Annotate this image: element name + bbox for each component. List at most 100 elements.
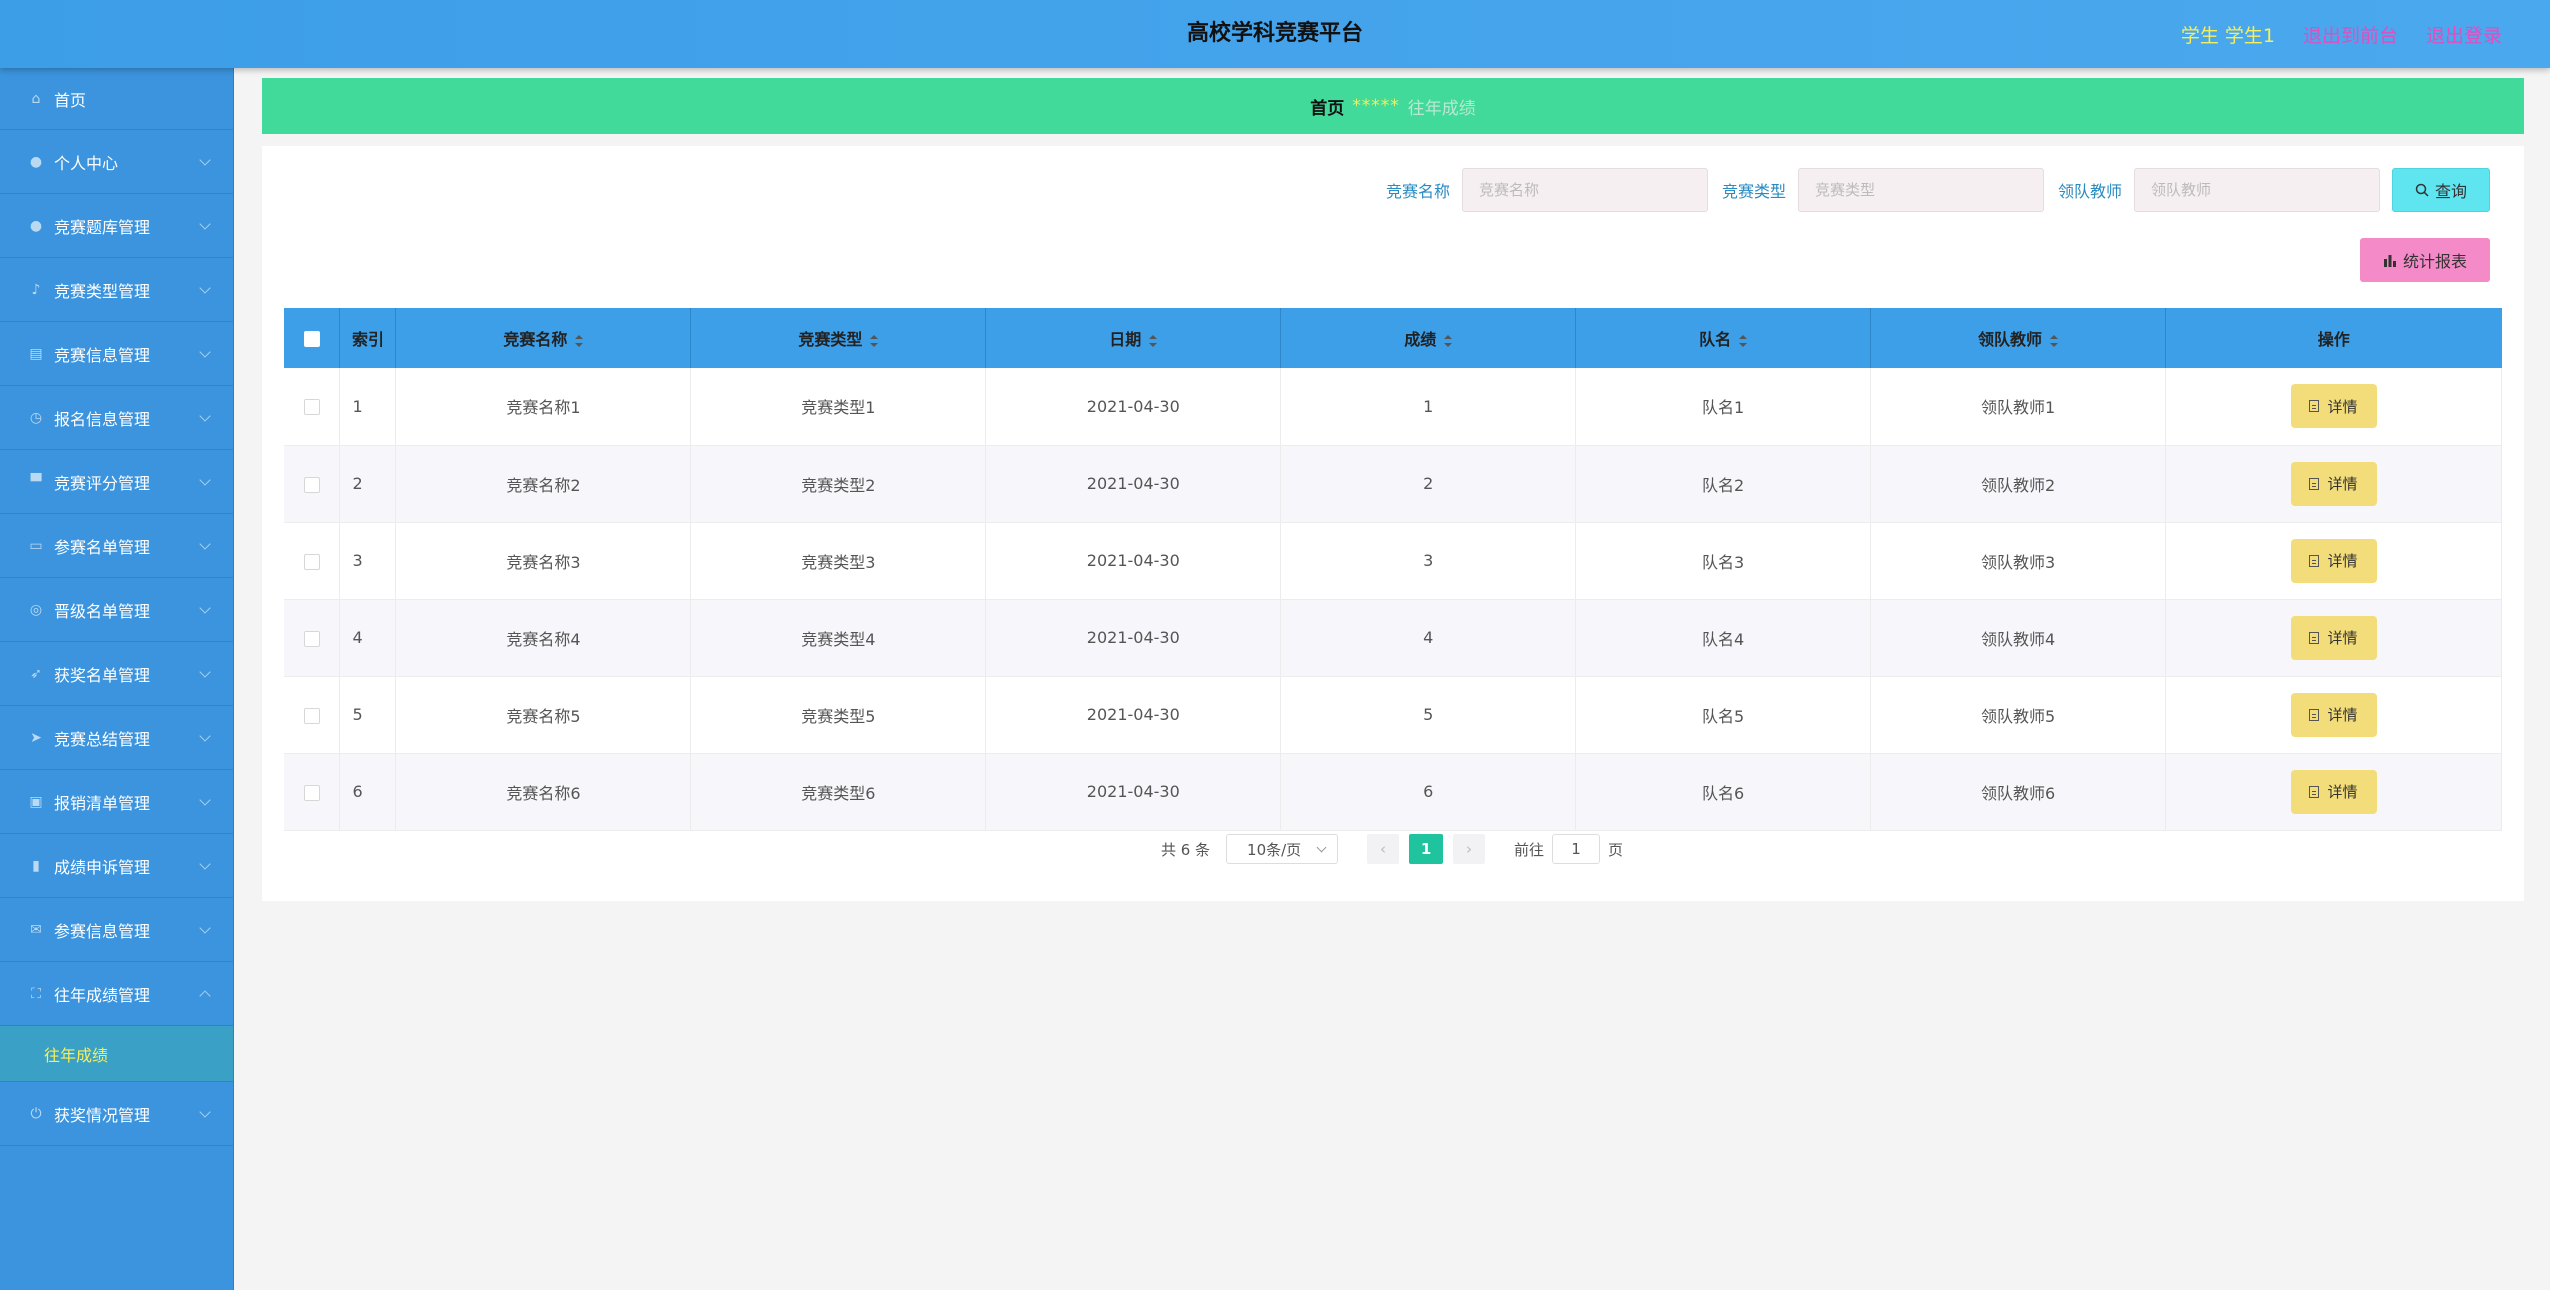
cell-actions: 详情 bbox=[2165, 676, 2502, 754]
cell-team: 队名3 bbox=[1575, 522, 1872, 600]
bar-chart-icon bbox=[2383, 254, 2396, 267]
cell-name: 竞赛名称3 bbox=[395, 522, 692, 600]
sidebar-item-appeal[interactable]: ▮ 成绩申诉管理 bbox=[0, 834, 233, 898]
row-checkbox[interactable] bbox=[303, 784, 320, 801]
detail-button[interactable]: 详情 bbox=[2290, 538, 2377, 583]
table-row: 1 竞赛名称1 竞赛类型1 2021-04-30 1 队名1 领队教师1 详情 bbox=[284, 368, 2502, 446]
clock-icon: ◷ bbox=[29, 409, 43, 426]
sort-icon[interactable] bbox=[1149, 334, 1158, 347]
prev-page-button[interactable]: ‹ bbox=[1367, 834, 1400, 864]
header-type[interactable]: 竞赛类型 bbox=[690, 308, 987, 368]
home-icon: ⌂ bbox=[31, 90, 41, 107]
document-icon bbox=[2309, 631, 2320, 644]
cell-date: 2021-04-30 bbox=[985, 522, 1282, 600]
cell-teacher: 领队教师4 bbox=[1870, 599, 2166, 677]
sidebar-item-label: 竞赛评分管理 bbox=[54, 473, 151, 493]
row-checkbox[interactable] bbox=[303, 553, 320, 570]
sidebar-item-entry-info[interactable]: ✉ 参赛信息管理 bbox=[0, 898, 233, 962]
front-link[interactable]: 退出到前台 bbox=[2303, 21, 2398, 48]
goto-unit: 页 bbox=[1608, 840, 1624, 859]
table-row: 4 竞赛名称4 竞赛类型4 2021-04-30 4 队名4 领队教师4 详情 bbox=[284, 599, 2502, 677]
chevron-left-icon: ‹ bbox=[1380, 840, 1387, 858]
sidebar-item-label: 竞赛题库管理 bbox=[54, 217, 151, 237]
cell-type: 竞赛类型4 bbox=[690, 599, 987, 677]
cell-teacher: 领队教师5 bbox=[1870, 676, 2166, 754]
sidebar-item-question-bank[interactable]: ● 竞赛题库管理 bbox=[0, 194, 233, 258]
sidebar-item-label: 报销清单管理 bbox=[54, 793, 151, 813]
chevron-up-icon bbox=[199, 989, 211, 1002]
picture-icon: ▣ bbox=[29, 793, 43, 810]
cell-name: 竞赛名称1 bbox=[395, 368, 692, 446]
sidebar-item-past-results[interactable]: ⛶ 往年成绩管理 bbox=[0, 962, 233, 1026]
breadcrumb-home[interactable]: 首页 bbox=[1310, 94, 1344, 119]
report-button[interactable]: 统计报表 bbox=[2360, 238, 2490, 282]
row-checkbox[interactable] bbox=[303, 399, 320, 416]
row-select bbox=[284, 676, 341, 754]
sidebar-item-participants[interactable]: ▭ 参赛名单管理 bbox=[0, 514, 233, 578]
sidebar-item-home[interactable]: ⌂ 首页 bbox=[0, 68, 233, 130]
teacher-input[interactable] bbox=[2134, 168, 2380, 212]
detail-button-label: 详情 bbox=[2327, 397, 2358, 416]
pagination: 共 6 条 10条/页 ‹ 1 › 前往 页 bbox=[234, 834, 2550, 864]
sidebar-subitem-past-results[interactable]: 往年成绩 bbox=[0, 1026, 233, 1082]
row-checkbox[interactable] bbox=[303, 630, 320, 647]
chevron-down-icon bbox=[199, 345, 211, 358]
table-row: 6 竞赛名称6 竞赛类型6 2021-04-30 6 队名6 领队教师6 详情 bbox=[284, 753, 2502, 831]
sidebar-item-label: 竞赛总结管理 bbox=[54, 729, 151, 749]
cell-team: 队名5 bbox=[1575, 676, 1872, 754]
sort-icon[interactable] bbox=[870, 334, 879, 347]
sidebar-item-awards-list[interactable]: ➶ 获奖名单管理 bbox=[0, 642, 233, 706]
header-teacher[interactable]: 领队教师 bbox=[1870, 308, 2166, 368]
detail-button[interactable]: 详情 bbox=[2290, 692, 2377, 737]
cell-actions: 详情 bbox=[2165, 599, 2502, 677]
content-panel: 竞赛名称 竞赛类型 领队教师 查询 统计报表 索引 bbox=[262, 146, 2524, 901]
row-checkbox[interactable] bbox=[303, 476, 320, 493]
select-all-checkbox[interactable] bbox=[303, 331, 320, 347]
chevron-down-icon bbox=[199, 153, 211, 166]
sidebar-item-scoring[interactable]: ▀ 竞赛评分管理 bbox=[0, 450, 233, 514]
query-button[interactable]: 查询 bbox=[2392, 168, 2490, 212]
detail-button[interactable]: 详情 bbox=[2290, 615, 2377, 660]
sidebar-item-reimbursement[interactable]: ▣ 报销清单管理 bbox=[0, 770, 233, 834]
header-score[interactable]: 成绩 bbox=[1280, 308, 1577, 368]
header-date[interactable]: 日期 bbox=[985, 308, 1282, 368]
sidebar-item-type[interactable]: ♪ 竞赛类型管理 bbox=[0, 258, 233, 322]
sort-icon[interactable] bbox=[575, 334, 584, 347]
sidebar-item-label: 成绩申诉管理 bbox=[54, 857, 151, 877]
logout-link[interactable]: 退出登录 bbox=[2426, 21, 2502, 48]
app-title: 高校学科竞赛平台 bbox=[1186, 21, 1363, 46]
page-number-button[interactable]: 1 bbox=[1409, 834, 1444, 864]
sidebar-item-summary[interactable]: ➤ 竞赛总结管理 bbox=[0, 706, 233, 770]
sidebar-item-info[interactable]: ▤ 竞赛信息管理 bbox=[0, 322, 233, 386]
header-label: 队名 bbox=[1699, 330, 1732, 349]
goto-page-input[interactable] bbox=[1552, 834, 1601, 864]
cell-name: 竞赛名称2 bbox=[395, 445, 692, 523]
breadcrumb: 首页 ***** 往年成绩 bbox=[262, 78, 2524, 134]
sidebar-item-label: 往年成绩管理 bbox=[54, 985, 151, 1005]
header-name[interactable]: 竞赛名称 bbox=[395, 308, 692, 368]
cell-team: 队名2 bbox=[1575, 445, 1872, 523]
next-page-button[interactable]: › bbox=[1453, 834, 1486, 864]
sort-icon[interactable] bbox=[1444, 334, 1453, 347]
sidebar-item-awards[interactable]: ⏻ 获奖情况管理 bbox=[0, 1082, 233, 1146]
page-size-value: 10条/页 bbox=[1247, 840, 1302, 859]
type-input[interactable] bbox=[1797, 168, 2044, 212]
header-label: 领队教师 bbox=[1978, 330, 2043, 349]
table-row: 2 竞赛名称2 竞赛类型2 2021-04-30 2 队名2 领队教师2 详情 bbox=[284, 445, 2502, 523]
detail-button[interactable]: 详情 bbox=[2290, 384, 2377, 429]
name-input[interactable] bbox=[1461, 168, 1708, 212]
sidebar-item-promotion[interactable]: ◎ 晋级名单管理 bbox=[0, 578, 233, 642]
row-checkbox[interactable] bbox=[303, 707, 320, 724]
sidebar-item-signup[interactable]: ◷ 报名信息管理 bbox=[0, 386, 233, 450]
sort-icon[interactable] bbox=[2050, 334, 2059, 347]
cell-date: 2021-04-30 bbox=[985, 753, 1282, 831]
chevron-down-icon bbox=[199, 473, 211, 486]
header-team[interactable]: 队名 bbox=[1575, 308, 1872, 368]
cell-type: 竞赛类型1 bbox=[690, 368, 987, 446]
page-size-select[interactable]: 10条/页 bbox=[1226, 834, 1339, 864]
sort-icon[interactable] bbox=[1739, 334, 1748, 347]
detail-button[interactable]: 详情 bbox=[2290, 769, 2377, 814]
sidebar-item-label: 报名信息管理 bbox=[54, 409, 151, 429]
sidebar-item-personal[interactable]: ● 个人中心 bbox=[0, 130, 233, 194]
detail-button[interactable]: 详情 bbox=[2290, 461, 2377, 506]
